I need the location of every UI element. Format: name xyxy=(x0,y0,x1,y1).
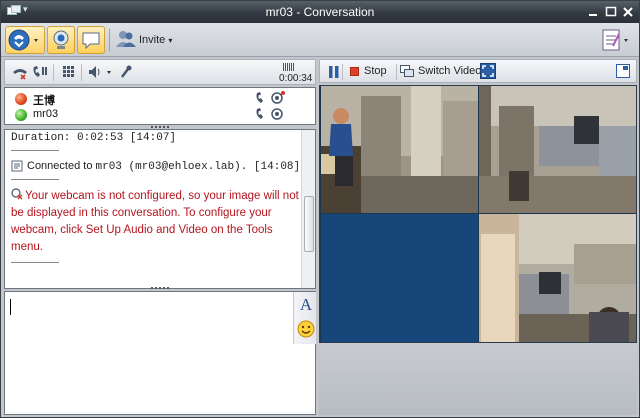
webcam-warning-text: Your webcam is not configured, so your i… xyxy=(11,190,299,253)
microphone-icon[interactable] xyxy=(117,64,135,80)
status-available-icon xyxy=(15,109,27,121)
hold-call-icon[interactable] xyxy=(31,64,49,80)
splitter-grip[interactable] xyxy=(150,286,170,290)
video-feed-empty xyxy=(321,214,478,342)
participant-name: mr03 xyxy=(33,108,59,120)
dialpad-icon[interactable] xyxy=(59,64,77,80)
switch-video-icon xyxy=(400,65,414,77)
hang-up-icon[interactable] xyxy=(11,64,29,80)
switch-video-button[interactable]: Switch Video xyxy=(400,62,482,82)
stop-video-button[interactable]: Stop xyxy=(350,62,392,82)
connected-time: [14:08] xyxy=(247,161,301,173)
signal-strength-icon xyxy=(283,63,294,71)
history-divider xyxy=(11,179,59,180)
call-controls-bar: 0:00:34 xyxy=(4,59,316,85)
maximize-icon[interactable] xyxy=(605,6,617,18)
instant-message-button[interactable] xyxy=(77,26,105,54)
document-icon xyxy=(11,160,23,172)
toolbar-separator xyxy=(53,64,54,81)
fullscreen-icon[interactable] xyxy=(480,63,496,79)
webcam-warning: Your webcam is not configured, so your i… xyxy=(11,188,301,256)
emoticon-icon[interactable] xyxy=(297,320,315,338)
notes-button[interactable] xyxy=(599,27,633,53)
webcam-status-icon[interactable] xyxy=(271,107,285,121)
participant-list: 王博 mr03 xyxy=(4,87,316,125)
phone-circle-icon xyxy=(8,29,38,51)
toolbar-separator xyxy=(81,64,82,81)
window-title: mr03 - Conversation xyxy=(265,5,375,19)
compose-tools: A xyxy=(293,292,316,344)
participant-row[interactable]: mr03 xyxy=(11,107,311,123)
toolbar-separator xyxy=(109,29,110,51)
minimize-icon[interactable] xyxy=(587,6,599,18)
toolbar-separator xyxy=(396,64,397,80)
speaker-volume-icon[interactable] xyxy=(87,64,113,80)
video-feed-office-person xyxy=(321,86,478,213)
left-pane: 0:00:34 王博 mr03 Duration: 0:02:53 [14:07… xyxy=(4,59,316,415)
video-feed-office-desks xyxy=(479,214,636,342)
invite-people-icon xyxy=(116,31,136,47)
message-compose-area[interactable]: A xyxy=(4,291,316,415)
scrollbar-thumb[interactable] xyxy=(304,196,314,252)
video-feed-cubicles xyxy=(479,86,636,213)
history-scrollbar[interactable] xyxy=(301,130,315,288)
phone-icon[interactable] xyxy=(255,91,269,105)
connected-prefix: Connected to xyxy=(27,160,96,172)
video-pane: Stop Switch Video xyxy=(319,59,637,343)
participant-name: 王博 xyxy=(33,95,55,107)
switch-video-label: Switch Video xyxy=(418,65,482,77)
font-button[interactable]: A xyxy=(297,296,315,314)
panel-toggle-icon[interactable] xyxy=(616,64,630,78)
title-bar: ▾ mr03 - Conversation xyxy=(1,1,639,23)
text-caret xyxy=(10,299,11,315)
history-divider xyxy=(11,262,59,263)
conversation-history: Duration: 0:02:53 [14:07] Connected to m… xyxy=(4,129,316,289)
webcam-button[interactable] xyxy=(47,26,75,54)
connected-contact: mr03 (mr03@ehloex.lab). xyxy=(95,161,248,173)
video-toolbar: Stop Switch Video xyxy=(319,59,637,83)
webcam-warning-icon xyxy=(11,188,23,200)
status-busy-icon xyxy=(15,93,27,105)
webcam-icon xyxy=(53,30,69,49)
main-toolbar: Invite ▾ xyxy=(1,23,639,57)
conversation-window: ▾ mr03 - Conversation Invite ▾ 0:00:34 王… xyxy=(0,0,640,418)
history-divider xyxy=(11,150,59,151)
video-grid xyxy=(319,85,637,343)
phone-icon[interactable] xyxy=(255,107,269,121)
stop-icon xyxy=(350,67,359,76)
contact-call-button[interactable] xyxy=(5,26,45,54)
pause-icon[interactable] xyxy=(328,65,340,79)
speech-bubble-icon xyxy=(82,32,100,50)
notepad-icon xyxy=(602,29,628,51)
invite-button[interactable]: Invite ▾ xyxy=(113,26,177,54)
invite-label: Invite ▾ xyxy=(139,34,173,46)
webcam-status-icon[interactable] xyxy=(271,91,285,105)
history-duration-line: Duration: 0:02:53 [14:07] xyxy=(11,132,177,144)
stop-label: Stop xyxy=(364,65,387,77)
toolbar-separator xyxy=(342,64,343,80)
call-duration: 0:00:34 xyxy=(279,73,313,84)
participant-row[interactable]: 王博 xyxy=(11,91,311,107)
video-pane-background xyxy=(319,343,637,415)
close-icon[interactable] xyxy=(621,5,635,19)
